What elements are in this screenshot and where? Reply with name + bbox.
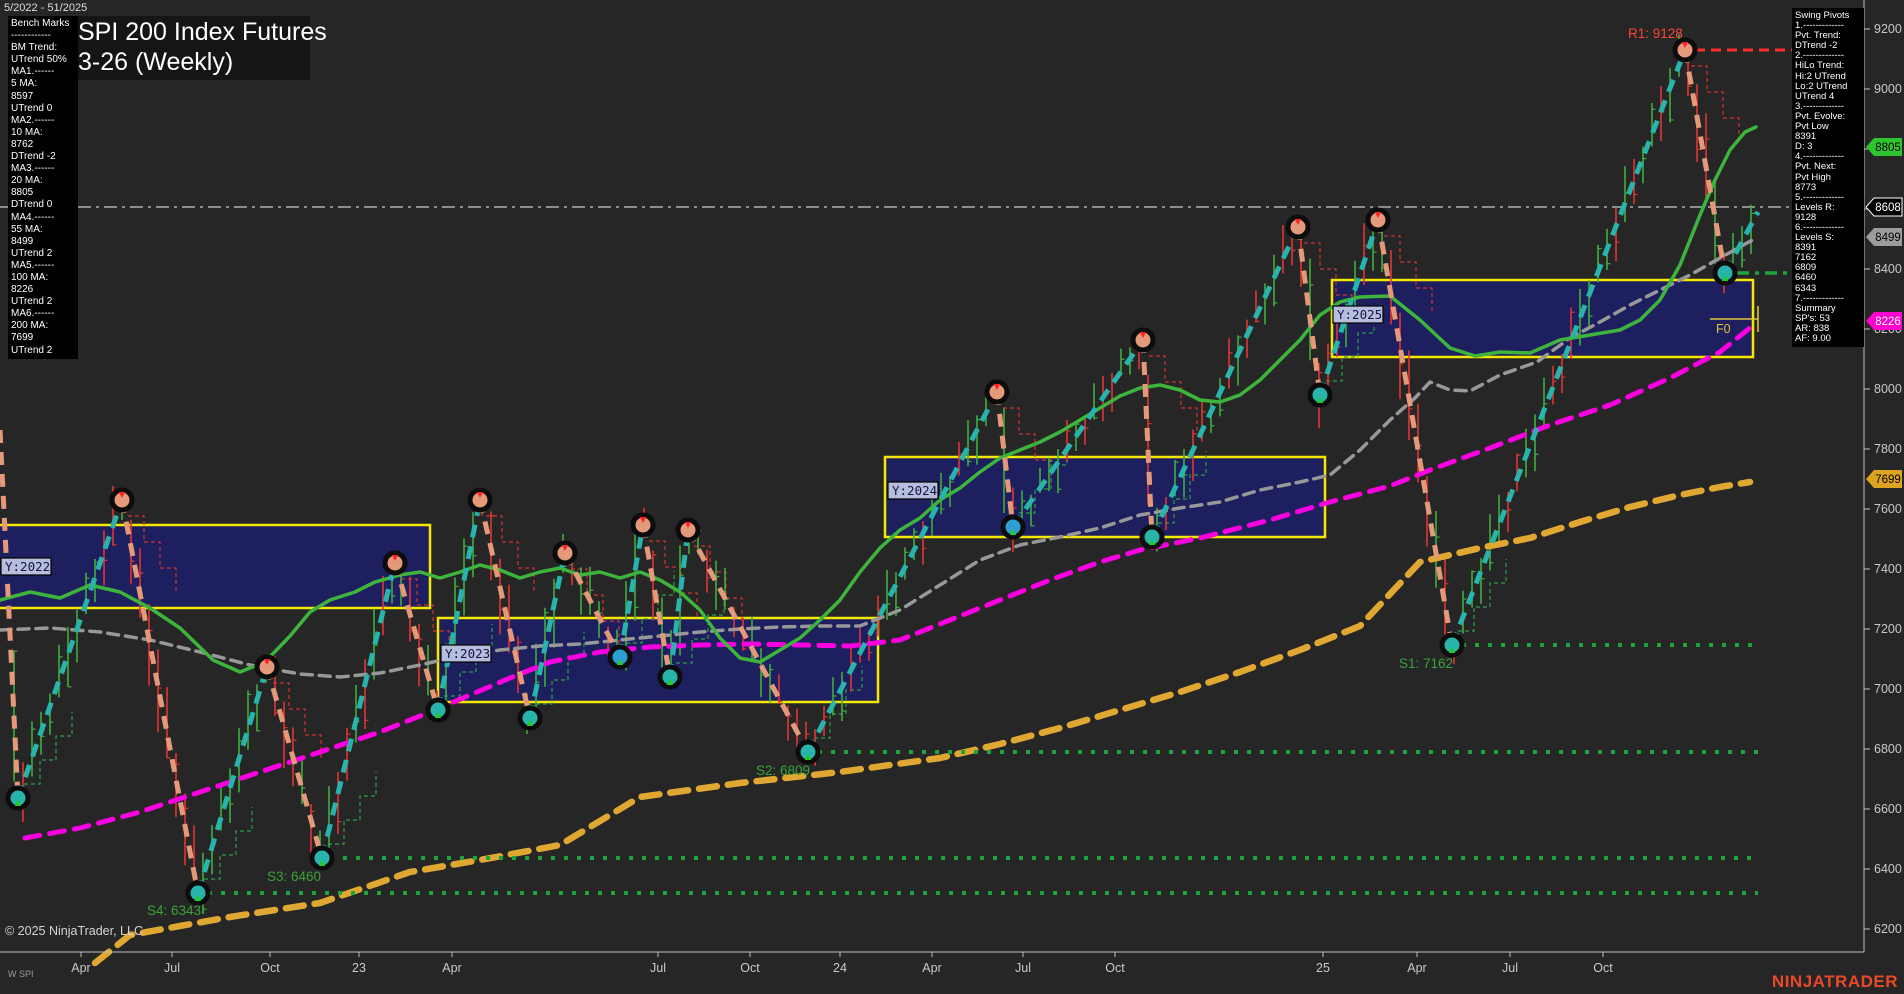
copyright-label: © 2025 NinjaTrader, LLC	[5, 924, 143, 938]
bench-marks-line: 10 MA:	[11, 127, 75, 139]
price-tick-label[interactable]: 9000	[1874, 82, 1902, 96]
bench-marks-line: UTrend 0	[11, 103, 75, 115]
bench-marks-line: DTrend 0	[11, 199, 75, 211]
price-tick-label[interactable]: 6400	[1874, 862, 1902, 876]
time-tick-label[interactable]: Jul	[650, 961, 666, 975]
swing-up-line	[198, 667, 267, 893]
time-tick-label[interactable]: Oct	[1105, 961, 1125, 975]
price-tick-label[interactable]: 7600	[1874, 502, 1902, 516]
time-tick-label[interactable]: 24	[833, 961, 847, 975]
swing-down-line	[267, 667, 322, 858]
ninjatrader-logo: NINJATRADER	[1772, 972, 1898, 992]
price-tick-label[interactable]: 7000	[1874, 682, 1902, 696]
price-tick-label[interactable]: 8400	[1874, 262, 1902, 276]
swing-pivots-line: AF: 9.00	[1795, 334, 1861, 344]
time-tick-label[interactable]: Apr	[71, 961, 90, 975]
ninjatrader-chart-window: R1: 9128 S1: 7162 S2: 6809 S3: 6460 S4: 6343…	[0, 0, 1904, 994]
f0-label: F0	[1716, 322, 1731, 336]
time-tick-label[interactable]: 25	[1316, 961, 1330, 975]
time-tick-label[interactable]: Apr	[1407, 961, 1426, 975]
price-tick-label[interactable]: 6600	[1874, 802, 1902, 816]
time-tick-label[interactable]: Jul	[1502, 961, 1518, 975]
bench-marks-line: 8597	[11, 91, 75, 103]
price-tag-label: 7699	[1875, 474, 1901, 486]
bench-marks-line: UTrend 50%	[11, 54, 75, 66]
time-tick-label[interactable]: Apr	[442, 961, 461, 975]
chart-title-line2: 3-26 (Weekly)	[78, 48, 233, 77]
price-tick-label[interactable]: 6200	[1874, 922, 1902, 936]
time-tick-label[interactable]: Jul	[1015, 961, 1031, 975]
stop-line-down	[1691, 66, 1739, 144]
bench-marks-line: 20 MA:	[11, 175, 75, 187]
level-label-s1: S1: 7162	[1399, 656, 1453, 671]
time-tick-label[interactable]: Apr	[922, 961, 941, 975]
level-label-s4: S4: 6343	[147, 903, 201, 918]
swing-down-line	[0, 430, 18, 798]
price-chart[interactable]: R1: 9128 S1: 7162 S2: 6809 S3: 6460 S4: 6343…	[0, 0, 1904, 994]
bench-marks-line: MA1.------	[11, 66, 75, 78]
level-label-r1: R1: 9128	[1628, 26, 1683, 41]
level-label-s3: S3: 6460	[267, 869, 321, 884]
bench-marks-line: 8499	[11, 236, 75, 248]
bench-marks-panel: Bench Marks------------BM Trend:UTrend 5…	[8, 16, 78, 359]
date-range-label: 5/2022 - 51/2025	[4, 2, 87, 14]
swing-down-line	[1298, 227, 1320, 395]
bench-marks-line: MA6.------	[11, 308, 75, 320]
bench-marks-line: MA2.------	[11, 115, 75, 127]
bench-marks-line: UTrend 2	[11, 296, 75, 308]
year-label-2025: Y:2025	[1337, 307, 1382, 322]
level-label-s2: S2: 6809	[756, 763, 810, 778]
swing-pivots-panel: Swing Pivots1.-------------Pvt. Trend:DT…	[1792, 8, 1864, 347]
time-tick-label[interactable]: Oct	[1593, 961, 1613, 975]
year-label-2022: Y:2022	[5, 559, 50, 574]
time-tick-label[interactable]: Jul	[164, 961, 180, 975]
price-tick-label[interactable]: 7800	[1874, 442, 1902, 456]
price-tick-label[interactable]: 7200	[1874, 622, 1902, 636]
bench-marks-line: MA5.------	[11, 260, 75, 272]
price-tag-label: 8499	[1875, 232, 1901, 244]
bench-marks-line: 55 MA:	[11, 224, 75, 236]
bench-marks-line: UTrend 2	[11, 248, 75, 260]
price-tick-label[interactable]: 7400	[1874, 562, 1902, 576]
bench-marks-line: 8805	[11, 187, 75, 199]
bench-marks-line: 7699	[11, 332, 75, 344]
price-tick-label[interactable]: 8000	[1874, 382, 1902, 396]
bench-marks-line: DTrend -2	[11, 151, 75, 163]
price-tick-label[interactable]: 6800	[1874, 742, 1902, 756]
time-tick-label[interactable]: Oct	[260, 961, 280, 975]
time-tick-label[interactable]: 23	[352, 961, 366, 975]
price-tick-label[interactable]: 9200	[1874, 22, 1902, 36]
swing-pivots-line: Pvt. Next:	[1795, 162, 1861, 172]
stop-line-up	[1458, 559, 1506, 631]
price-tag-label: 8805	[1875, 142, 1901, 154]
chart-title-line1: SPI 200 Index Futures	[78, 18, 327, 47]
data-series-tab[interactable]: W SPI	[8, 969, 34, 979]
bench-marks-line: 100 MA:	[11, 272, 75, 284]
price-tag-label: 8608	[1875, 202, 1901, 214]
bench-marks-line: ------------	[11, 30, 75, 42]
stop-line-down	[273, 683, 321, 761]
year-label-2023: Y:2023	[445, 646, 490, 661]
bench-marks-line: Bench Marks	[11, 18, 75, 30]
bench-marks-line: BM Trend:	[11, 42, 75, 54]
bench-marks-line: MA4.------	[11, 212, 75, 224]
bench-marks-line: 200 MA:	[11, 320, 75, 332]
price-tag-label: 8226	[1875, 316, 1901, 328]
bench-marks-line: 8226	[11, 284, 75, 296]
bench-marks-line: 8762	[11, 139, 75, 151]
bench-marks-line: UTrend 2	[11, 345, 75, 357]
year-label-2024: Y:2024	[892, 483, 937, 498]
bench-marks-line: MA3.------	[11, 163, 75, 175]
time-tick-label[interactable]: Oct	[740, 961, 760, 975]
bench-marks-line: 5 MA:	[11, 78, 75, 90]
year-box-2023	[438, 618, 878, 702]
